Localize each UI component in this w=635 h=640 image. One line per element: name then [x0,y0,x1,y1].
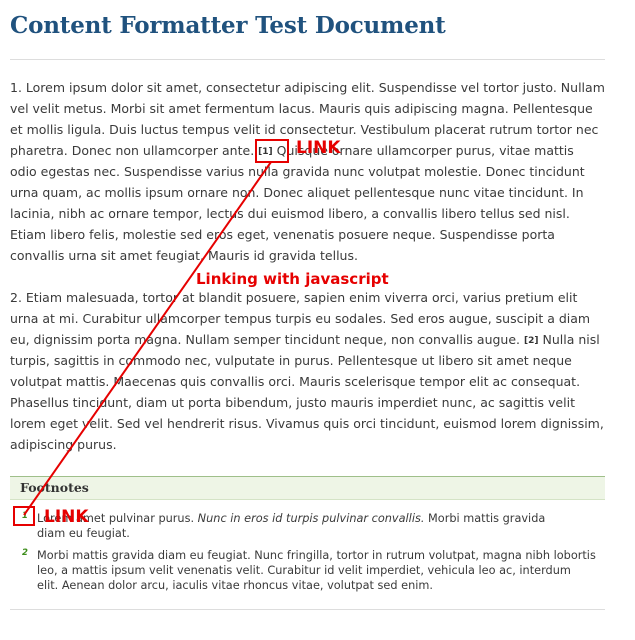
annotation-connector [23,161,272,516]
annotation-box-ref [255,139,289,163]
annotation-arrow-line [23,161,272,516]
annotation-label-link-bottom: LINK [44,507,89,527]
annotation-label-link-top: LINK [296,138,341,158]
annotation-label-javascript: Linking with javascript [196,270,389,288]
annotation-box-backlink [13,506,35,526]
